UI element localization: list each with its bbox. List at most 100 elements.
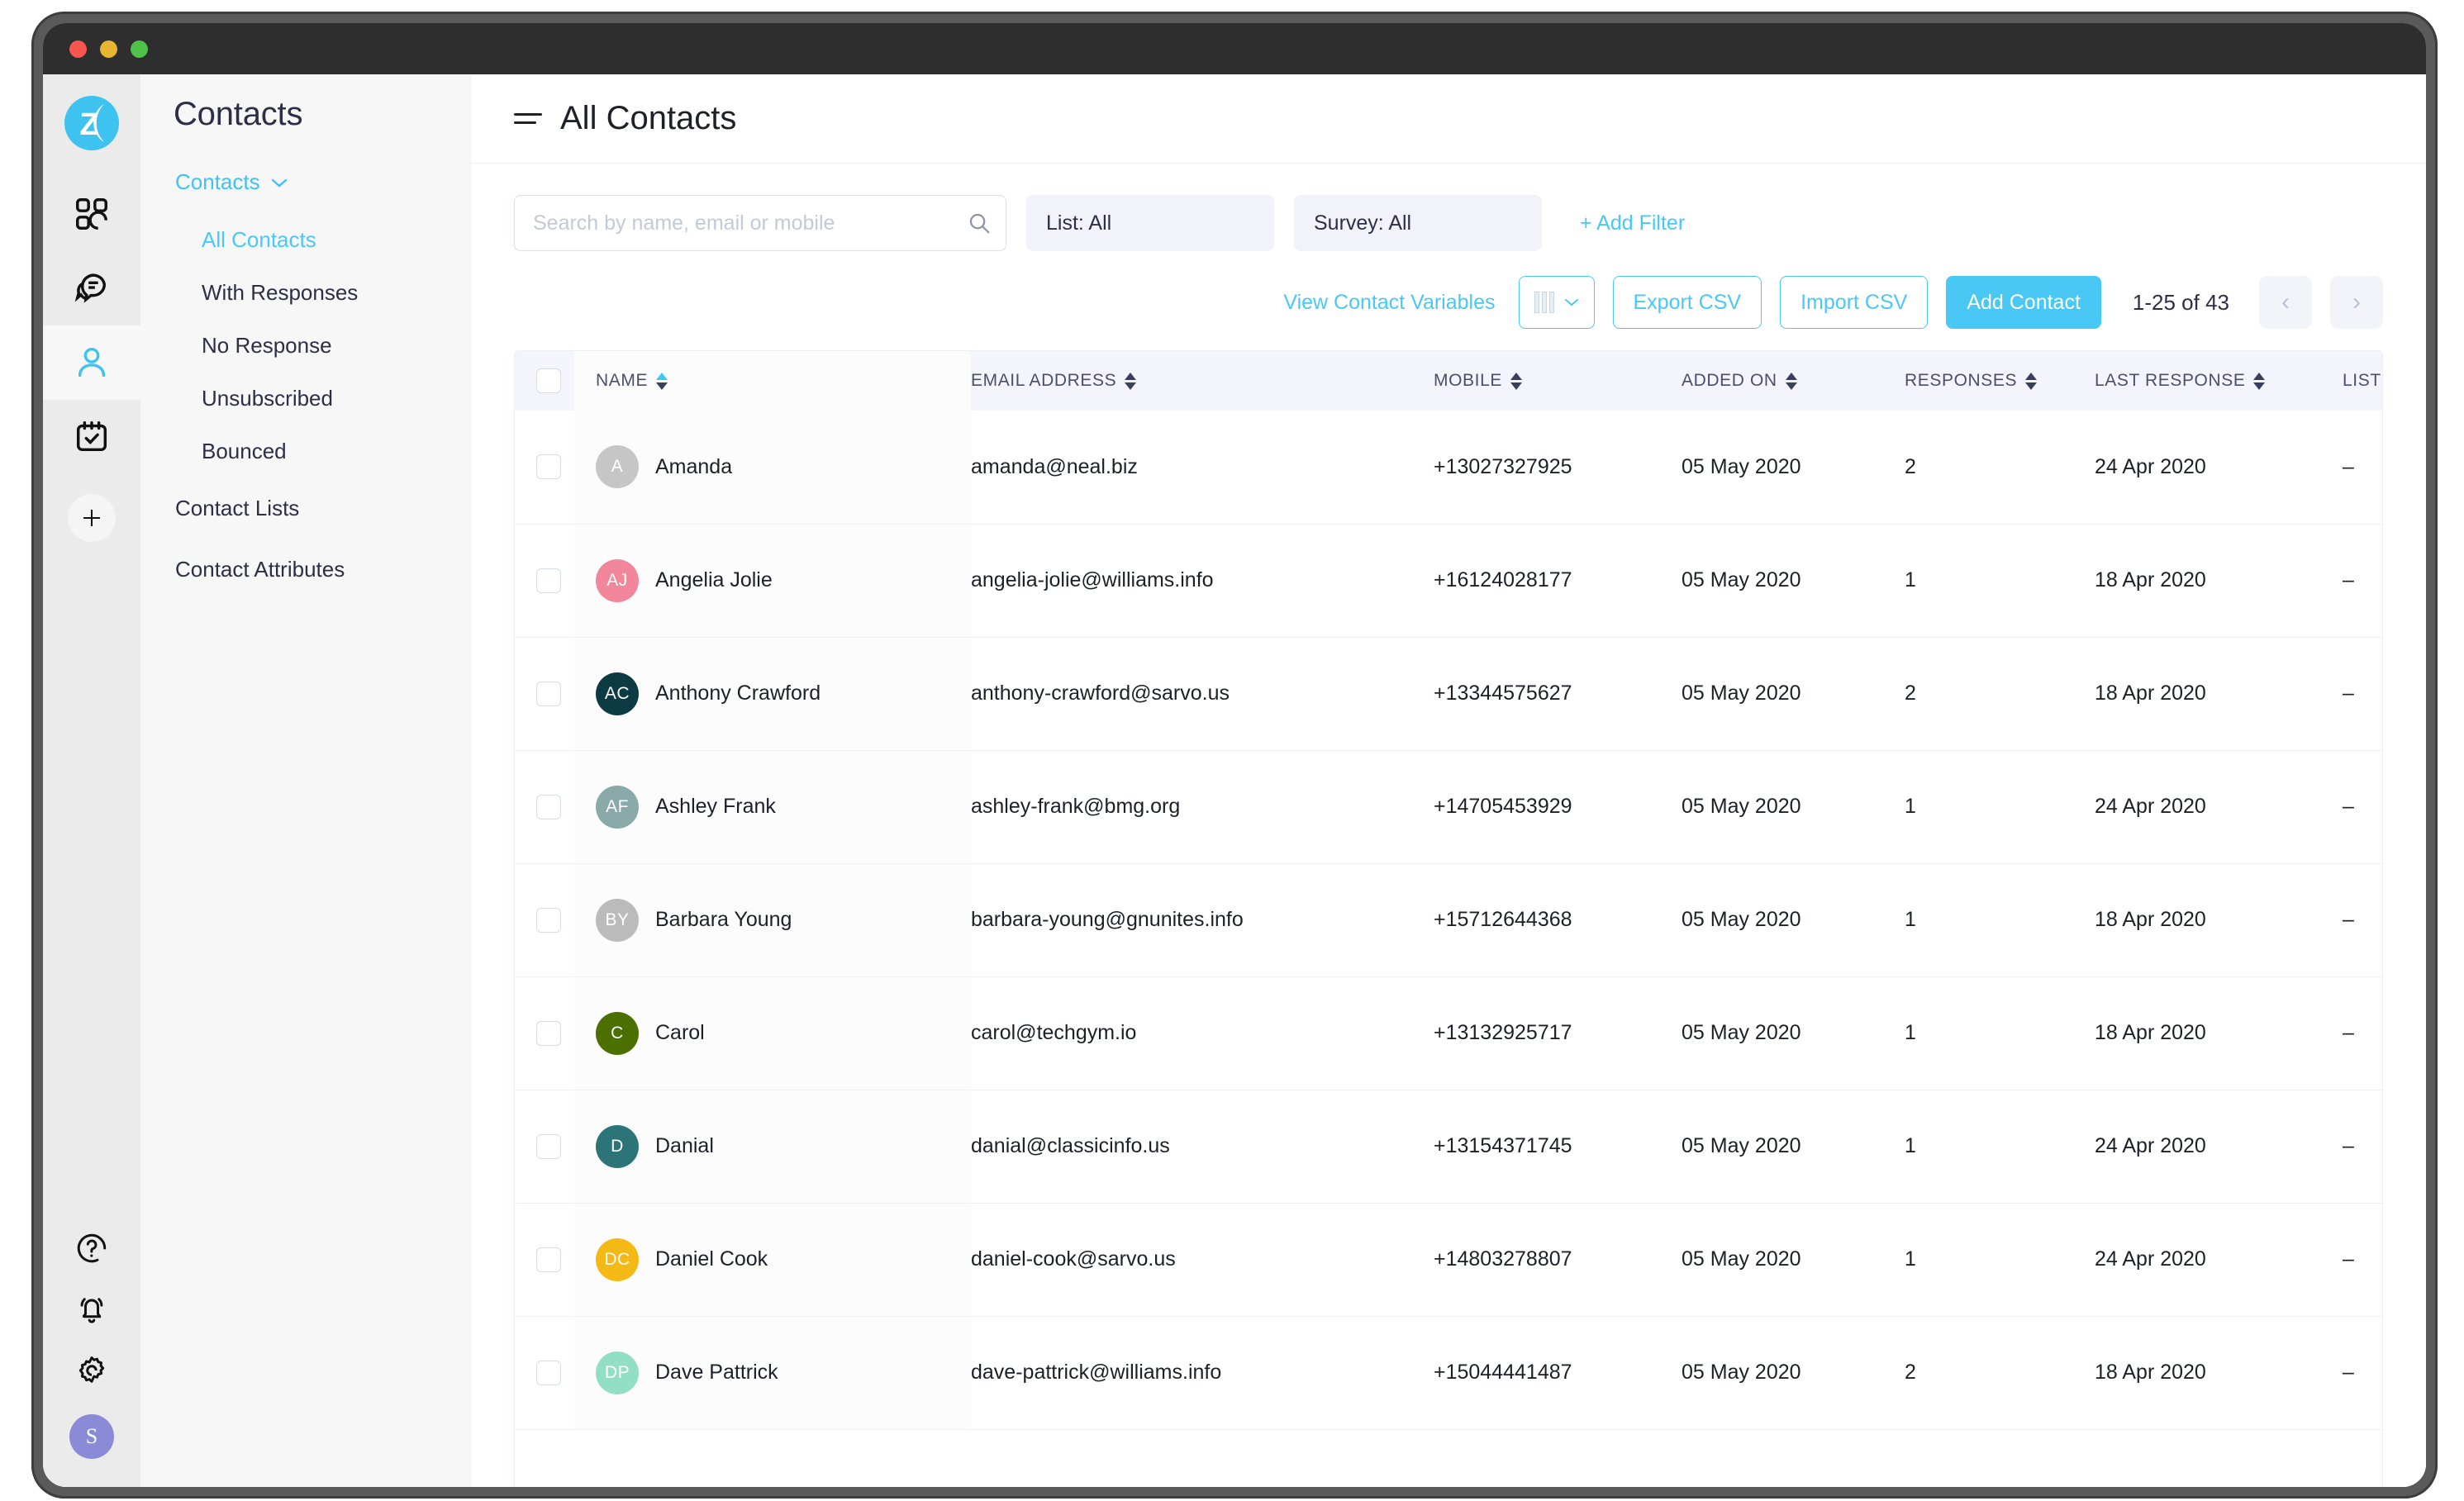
close-window-button[interactable] [69, 40, 87, 58]
search-input[interactable] [514, 195, 1006, 251]
survey-filter-dropdown[interactable]: Survey: All [1294, 195, 1542, 251]
sort-arrows-icon[interactable] [2253, 372, 2266, 390]
table-row[interactable]: BY Barbara Young barbara-young@gnunites.in… [515, 863, 2382, 976]
rail-item-messages[interactable] [43, 251, 140, 325]
sidebar-item-contact-lists[interactable]: Contact Lists [140, 477, 470, 539]
sidebar-item-contact-attributes[interactable]: Contact Attributes [140, 539, 470, 600]
column-chooser-button[interactable] [1518, 276, 1595, 329]
column-header-added-on[interactable]: ADDED ON [1682, 351, 1905, 411]
row-select-cell[interactable] [515, 411, 574, 524]
main-header: All Contacts [471, 74, 2426, 164]
row-select-cell[interactable] [515, 524, 574, 637]
user-avatar[interactable]: S [69, 1414, 114, 1459]
rail-item-surveys[interactable] [43, 400, 140, 474]
rail-item-contacts[interactable] [43, 325, 140, 400]
contact-added-on: 05 May 2020 [1682, 1247, 1801, 1271]
column-header-mobile[interactable]: MOBILE [1434, 351, 1682, 411]
sidebar-item-bounced[interactable]: Bounced [140, 425, 470, 477]
row-select-cell[interactable] [515, 1090, 574, 1203]
cell-responses: 1 [1905, 750, 2095, 863]
column-header-email[interactable]: EMAIL ADDRESS [971, 351, 1434, 411]
add-contact-button[interactable]: Add Contact [1946, 276, 2101, 329]
chevron-right-icon: › [2352, 288, 2361, 316]
contact-name: Angelia Jolie [655, 568, 773, 591]
select-all-checkbox[interactable] [536, 368, 561, 393]
row-select-cell[interactable] [515, 1316, 574, 1429]
table-row[interactable]: A Amanda amanda@neal.biz +13027327925 05 May… [515, 411, 2382, 524]
previous-page-button[interactable]: ‹ [2259, 276, 2312, 329]
table-row[interactable]: DC Daniel Cook daniel-cook@sarvo.us +148032… [515, 1203, 2382, 1316]
sort-arrows-icon[interactable] [1510, 372, 1522, 390]
table-body: A Amanda amanda@neal.biz +13027327925 05 May… [515, 411, 2382, 1429]
table-row[interactable]: AJ Angelia Jolie angelia-jolie@williams.in… [515, 524, 2382, 637]
row-select-cell[interactable] [515, 1203, 574, 1316]
column-header-name[interactable]: NAME [574, 351, 971, 411]
cell-mobile: +15712644368 [1434, 863, 1682, 976]
column-header-last-response[interactable]: LAST RESPONSE [2095, 351, 2343, 411]
rail-item-dashboard[interactable] [43, 177, 140, 251]
column-header-label: RESPONSES [1905, 371, 2018, 390]
user-avatar-initial: S [85, 1424, 98, 1448]
table-row[interactable]: DP Dave Pattrick dave-pattrick@williams.in… [515, 1316, 2382, 1429]
table-row[interactable]: C Carol carol@techgym.io +13132925717 05 May… [515, 976, 2382, 1090]
row-checkbox[interactable] [536, 1360, 561, 1385]
row-select-cell[interactable] [515, 863, 574, 976]
sort-arrows-icon[interactable] [656, 372, 668, 390]
cell-lists: – [2343, 411, 2382, 524]
column-header-label: LISTS [2343, 371, 2382, 390]
hamburger-icon[interactable] [514, 113, 542, 124]
row-checkbox[interactable] [536, 1133, 561, 1159]
cell-email: amanda@neal.biz [971, 411, 1434, 524]
row-checkbox[interactable] [536, 568, 561, 593]
minimize-window-button[interactable] [100, 40, 117, 58]
table-row[interactable]: AF Ashley Frank ashley-frank@bmg.org +14705… [515, 750, 2382, 863]
row-checkbox[interactable] [536, 454, 561, 480]
sidebar-item-label: All Contacts [202, 226, 316, 252]
maximize-window-button[interactable] [131, 40, 148, 58]
sidebar-item-all-contacts[interactable]: All Contacts [140, 213, 470, 266]
row-select-cell[interactable] [515, 750, 574, 863]
view-contact-variables-link[interactable]: View Contact Variables [1283, 291, 1495, 315]
import-csv-button[interactable]: Import CSV [1780, 276, 1929, 329]
row-select-cell[interactable] [515, 976, 574, 1090]
brand-logo-icon[interactable]: Z [64, 96, 119, 150]
row-checkbox[interactable] [536, 1020, 561, 1046]
next-page-button[interactable]: › [2330, 276, 2383, 329]
avatar: BY [596, 898, 639, 942]
sidebar-item-label: No Response [202, 332, 332, 358]
bell-icon[interactable] [74, 1292, 109, 1327]
row-checkbox[interactable] [536, 1247, 561, 1272]
sidebar-group-contacts[interactable]: Contacts [140, 169, 470, 195]
search-icon[interactable] [967, 211, 992, 235]
table-row[interactable]: AC Anthony Crawford anthony-crawford@sarvo… [515, 637, 2382, 750]
row-checkbox[interactable] [536, 907, 561, 933]
sidebar-item-unsubscribed[interactable]: Unsubscribed [140, 372, 470, 425]
contact-mobile: +14705453929 [1434, 795, 1572, 818]
table-row[interactable]: D Danial danial@classicinfo.us +13154371745… [515, 1090, 2382, 1203]
add-new-button[interactable] [68, 494, 116, 542]
column-header-select-all[interactable] [515, 351, 574, 411]
table-head: NAME EMAIL ADDRESS MOBILE ADDED ON RESPO… [515, 351, 2382, 411]
contact-email: amanda@neal.biz [971, 454, 1138, 478]
sort-arrows-icon[interactable] [1125, 372, 1137, 390]
add-filter-link[interactable]: + Add Filter [1580, 211, 1685, 235]
cell-responses: 2 [1905, 411, 2095, 524]
sidebar-item-no-response[interactable]: No Response [140, 319, 470, 372]
sort-arrows-icon[interactable] [2025, 372, 2038, 390]
gear-icon[interactable] [74, 1353, 109, 1388]
help-circle-icon[interactable] [74, 1231, 109, 1266]
sort-arrows-icon[interactable] [1785, 372, 1797, 390]
cell-mobile: +15044441487 [1434, 1316, 1682, 1429]
contact-name: Danial [655, 1134, 714, 1157]
sidebar-item-with-responses[interactable]: With Responses [140, 266, 470, 319]
row-checkbox[interactable] [536, 794, 561, 819]
column-header-responses[interactable]: RESPONSES [1905, 351, 2095, 411]
sidebar: Contacts Contacts All Contacts With Resp… [140, 74, 471, 1487]
import-csv-label: Import CSV [1800, 290, 1908, 314]
list-filter-dropdown[interactable]: List: All [1026, 195, 1274, 251]
row-select-cell[interactable] [515, 637, 574, 750]
cell-last-response: 24 Apr 2020 [2095, 1203, 2343, 1316]
row-checkbox[interactable] [536, 681, 561, 706]
cell-added-on: 05 May 2020 [1682, 750, 1905, 863]
export-csv-button[interactable]: Export CSV [1612, 276, 1762, 329]
